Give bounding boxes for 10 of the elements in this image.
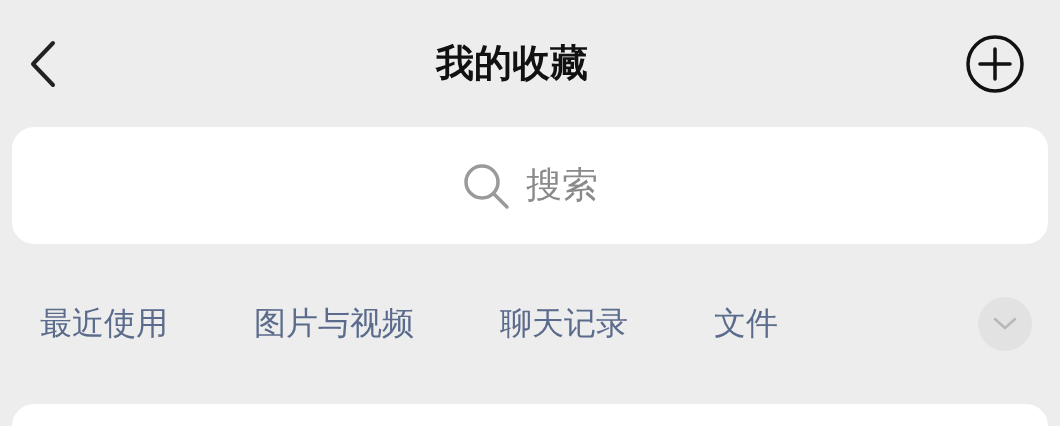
category-tab[interactable]: 图片与视频 [254,302,414,346]
search-field[interactable]: 搜索 [12,127,1048,244]
category-tab[interactable]: 聊天记录 [500,302,628,346]
page-title: 我的收藏 [435,40,588,87]
category-tab[interactable]: 文件 [714,302,778,346]
chevron-down-icon [992,316,1018,332]
add-icon[interactable] [965,33,1025,94]
back-icon[interactable] [28,39,58,88]
category-tab[interactable]: 最近使用 [40,302,168,346]
search-icon [462,161,510,210]
